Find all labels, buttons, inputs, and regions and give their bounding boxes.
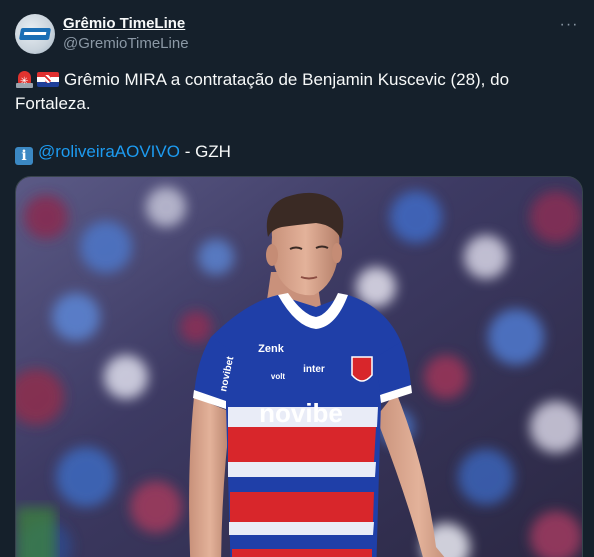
- tweet-line-2: Fortaleza.: [15, 94, 91, 113]
- author-display-name[interactable]: Grêmio TimeLine: [63, 14, 189, 34]
- more-options-icon[interactable]: ···: [558, 14, 580, 36]
- gremio-timeline-logo-icon: [18, 28, 52, 40]
- jersey-sponsor-text: novibe: [259, 398, 343, 428]
- jersey-chest-small2-text: volt: [271, 372, 286, 381]
- player-photo: novibe Zenk inter volt novibet: [16, 177, 582, 557]
- tweet-photo[interactable]: novibe Zenk inter volt novibet: [15, 176, 583, 557]
- info-icon: i: [15, 147, 33, 165]
- tweet-text: Grêmio MIRA a contratação de Benjamin Ku…: [15, 68, 575, 165]
- source-suffix: - GZH: [179, 142, 231, 161]
- tweet-source-line: i @roliveiraAOVIVO - GZH: [15, 140, 575, 165]
- croatia-flag-icon: [37, 72, 59, 87]
- avatar[interactable]: [15, 14, 55, 54]
- tweet-header: Grêmio TimeLine @GremioTimeLine: [15, 12, 579, 56]
- jersey-brand-text: Zenk: [258, 343, 285, 355]
- siren-icon: [15, 69, 34, 94]
- jersey-chest-small-text: inter: [303, 364, 325, 375]
- tweet-line-1-text: Grêmio MIRA a contratação de Benjamin Ku…: [64, 70, 510, 89]
- tweet-card: Grêmio TimeLine @GremioTimeLine ··· Grêm…: [0, 0, 594, 557]
- source-mention-link[interactable]: @roliveiraAOVIVO: [38, 142, 180, 161]
- author-names: Grêmio TimeLine @GremioTimeLine: [63, 14, 189, 54]
- author-handle[interactable]: @GremioTimeLine: [63, 34, 189, 54]
- tweet-line-1: Grêmio MIRA a contratação de Benjamin Ku…: [15, 68, 575, 94]
- club-crest-icon: [351, 356, 373, 382]
